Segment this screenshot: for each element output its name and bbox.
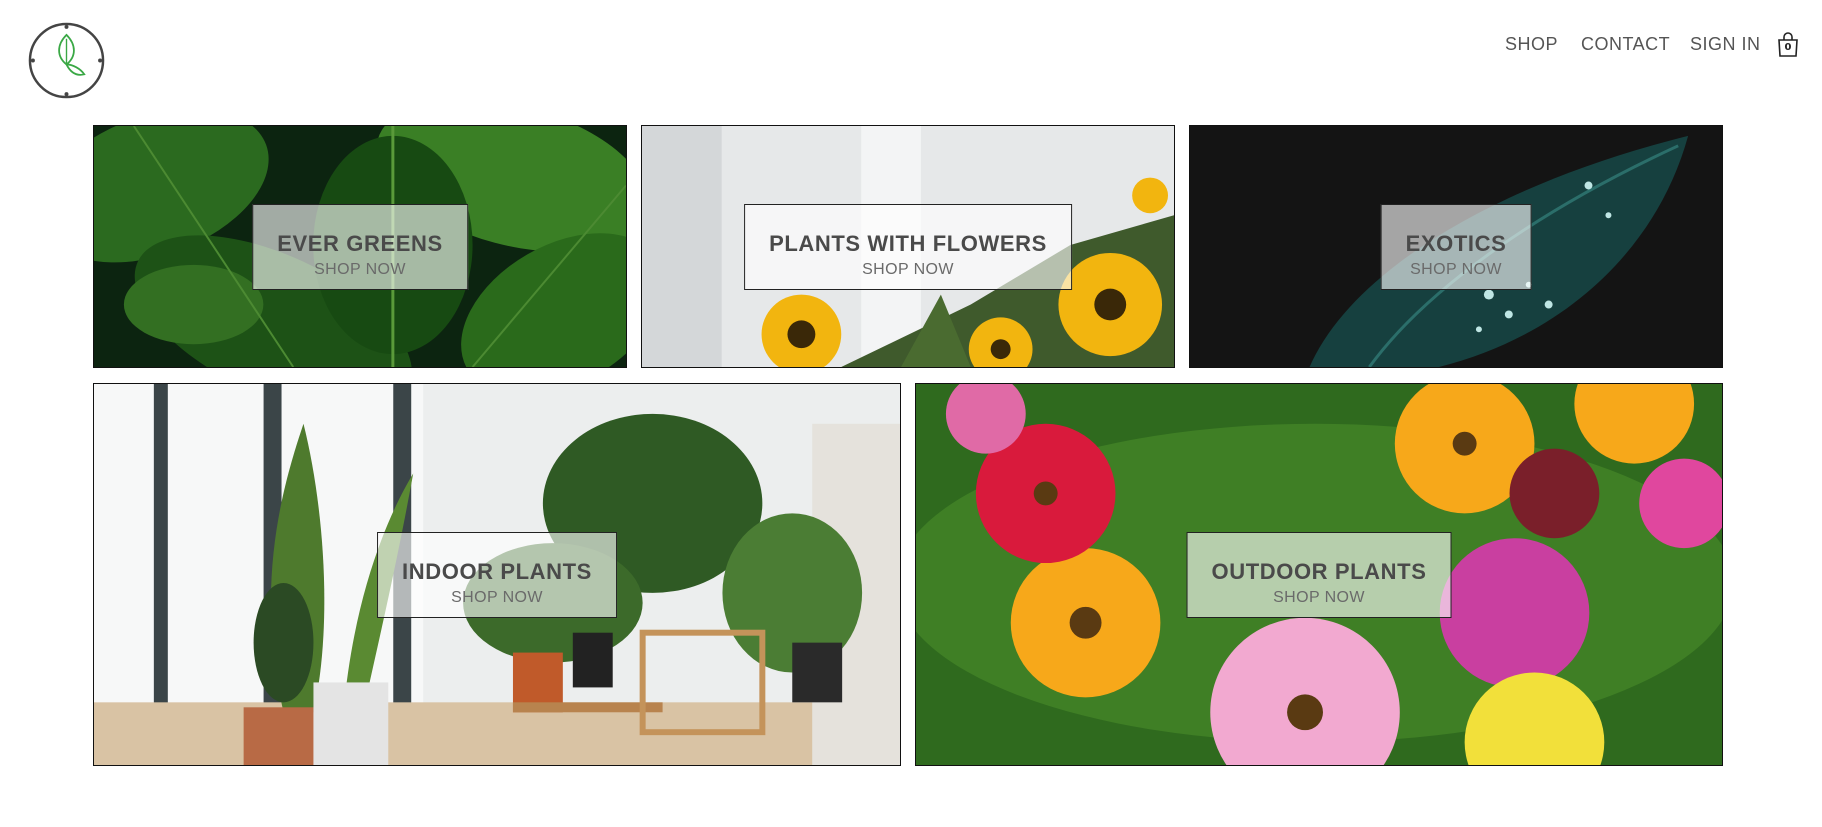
exotics-label[interactable]: EXOTICS SHOP NOW — [1380, 203, 1532, 290]
category-title: EXOTICS — [1405, 230, 1507, 256]
category-plants-with-flowers[interactable]: PLANTS WITH FLOWERS SHOP NOW — [641, 125, 1175, 368]
category-title: EVER GREENS — [277, 230, 443, 256]
shop-now-link[interactable]: SHOP NOW — [1406, 261, 1507, 279]
plants-with-flowers-label[interactable]: PLANTS WITH FLOWERS SHOP NOW — [744, 203, 1072, 290]
shop-now-link[interactable]: SHOP NOW — [769, 261, 1047, 279]
category-title: INDOOR PLANTS — [402, 558, 592, 584]
category-title: OUTDOOR PLANTS — [1211, 558, 1427, 584]
category-title: PLANTS WITH FLOWERS — [769, 230, 1047, 256]
shop-now-link[interactable]: SHOP NOW — [402, 589, 592, 607]
nav-sign-in[interactable]: SIGN IN — [1690, 34, 1761, 55]
logo[interactable] — [27, 21, 106, 100]
cart-button[interactable]: 0 — [1776, 32, 1800, 58]
category-ever-greens[interactable]: EVER GREENS SHOP NOW — [93, 125, 627, 368]
shop-now-link[interactable]: SHOP NOW — [1212, 589, 1427, 607]
category-exotics[interactable]: EXOTICS SHOP NOW — [1189, 125, 1723, 368]
shop-now-link[interactable]: SHOP NOW — [277, 261, 443, 279]
category-indoor-plants[interactable]: INDOOR PLANTS SHOP NOW — [93, 383, 901, 766]
nav-contact[interactable]: CONTACT — [1581, 34, 1670, 55]
cart-count: 0 — [1784, 42, 1792, 53]
outdoor-plants-label[interactable]: OUTDOOR PLANTS SHOP NOW — [1186, 531, 1452, 618]
indoor-plants-label[interactable]: INDOOR PLANTS SHOP NOW — [377, 531, 617, 618]
nav-shop[interactable]: SHOP — [1505, 34, 1558, 55]
ever-greens-label[interactable]: EVER GREENS SHOP NOW — [252, 203, 468, 290]
category-outdoor-plants[interactable]: OUTDOOR PLANTS SHOP NOW — [915, 383, 1723, 766]
